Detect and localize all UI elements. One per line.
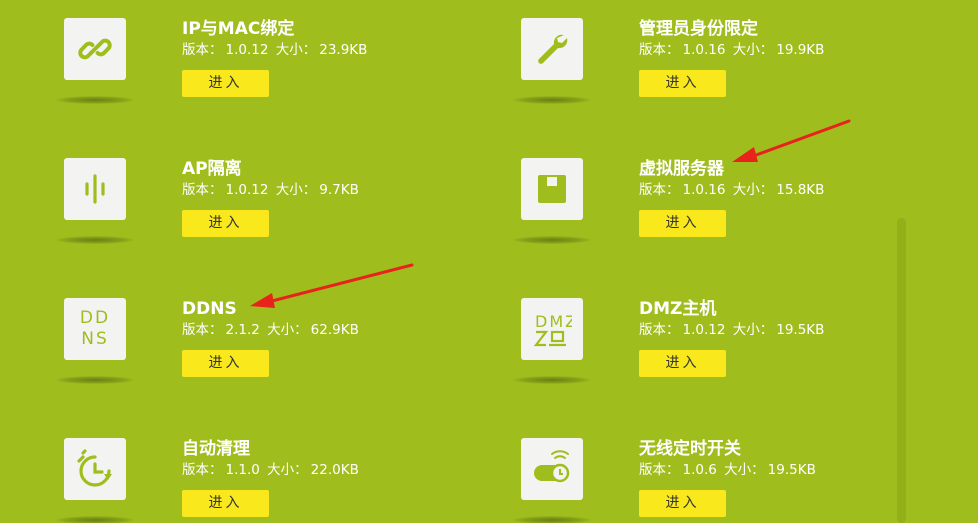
enter-button[interactable]: 进入 — [182, 490, 269, 517]
size-label: 大小： — [724, 462, 765, 478]
app-title: AP隔离 — [182, 159, 242, 179]
floppy-icon — [538, 175, 566, 203]
size-label: 大小： — [732, 42, 774, 58]
app-card-admin-identity: 管理员身份限定 版本： 1.0.16 大小： 19.9KB 进入 — [513, 18, 921, 128]
app-card-wireless-timer: 无线定时开关 版本： 1.0.6 大小： 19.5KB 进入 — [513, 438, 921, 523]
app-card-virtual-server: 虚拟服务器 版本： 1.0.16 大小： 15.8KB 进入 — [513, 158, 921, 268]
size-label: 大小： — [275, 42, 317, 58]
icon-shadow — [513, 96, 591, 104]
app-title: 虚拟服务器 — [639, 159, 724, 179]
size-label: 大小： — [732, 322, 774, 338]
scrollbar[interactable] — [897, 218, 906, 523]
dmz-host-glyph — [533, 330, 566, 347]
app-icon-tile[interactable] — [64, 18, 126, 80]
app-meta: 版本： 1.0.12 大小： 19.5KB — [639, 321, 827, 339]
app-meta: 版本： 1.0.16 大小： 15.8KB — [639, 181, 827, 199]
version-label: 版本： — [639, 182, 680, 198]
app-card-ap-isolation: AP隔离 版本： 1.0.12 大小： 9.7KB 进入 — [56, 158, 464, 268]
icon-shadow — [56, 376, 134, 384]
version-label: 版本： — [182, 42, 223, 58]
app-icon-tile[interactable] — [521, 438, 583, 500]
enter-button[interactable]: 进入 — [182, 210, 269, 237]
version-value: 1.0.16 — [682, 42, 726, 58]
version-label: 版本： — [639, 322, 680, 338]
app-icon-tile[interactable] — [521, 18, 583, 80]
enter-button[interactable]: 进入 — [182, 70, 269, 97]
app-card-ip-mac-binding: IP与MAC绑定 版本： 1.0.12 大小： 23.9KB 进入 — [56, 18, 464, 128]
size-value: 23.9KB — [319, 42, 368, 58]
app-card-ddns: DD NS DDNS 版本： 2.1.2 大小： 62.9KB 进入 — [56, 298, 464, 408]
enter-button[interactable]: 进入 — [639, 210, 726, 237]
app-card-dmz-host: DMZ DMZ主机 版本：1.0.12 大小：19.5KB 进入 — [513, 298, 921, 408]
app-meta: 版本： 1.1.0 大小： 22.0KB — [182, 461, 362, 479]
enter-button[interactable]: 进入 — [182, 350, 269, 377]
app-card-auto-clean: 自动清理 版本： 1.1.0 大小： 22.0KB 进入 — [56, 438, 464, 523]
app-icon-tile[interactable]: DD NS — [64, 298, 126, 360]
icon-shadow — [513, 236, 591, 244]
version-label: 版本： — [639, 462, 680, 478]
version-value: 1.0.6 — [682, 462, 717, 478]
size-value: 22.0KB — [310, 462, 359, 478]
icon-shadow — [56, 96, 134, 104]
app-title: 自动清理 — [182, 439, 250, 459]
size-label: 大小： — [275, 182, 317, 198]
enter-button[interactable]: 进入 — [639, 350, 726, 377]
version-label: 版本： — [182, 322, 223, 338]
dmz-icon-text: DMZ — [535, 312, 572, 331]
app-icon-tile[interactable] — [521, 158, 583, 220]
version-value: 1.0.12 — [682, 322, 726, 338]
size-value: 15.8KB — [776, 182, 825, 198]
app-meta: 版本： 1.0.12 大小： 9.7KB — [182, 181, 362, 199]
size-label: 大小： — [267, 462, 308, 478]
version-label: 版本： — [182, 462, 223, 478]
icon-shadow — [56, 516, 134, 523]
ddns-icon-line: DD — [79, 308, 111, 328]
wireless-timer-toggle-icon — [534, 450, 570, 483]
app-title: 管理员身份限定 — [639, 19, 758, 39]
app-meta: 版本： 2.1.2 大小： 62.9KB — [182, 321, 362, 339]
dmz-icon: DMZ — [533, 312, 572, 347]
app-meta: 版本： 1.0.12 大小： 23.9KB — [182, 41, 370, 59]
size-label: 大小： — [267, 322, 308, 338]
version-value: 1.0.12 — [225, 182, 269, 198]
size-value: 62.9KB — [310, 322, 359, 338]
icon-shadow — [513, 516, 591, 523]
app-meta: 版本： 1.0.6 大小： 19.5KB — [639, 461, 819, 479]
size-value: 9.7KB — [319, 182, 359, 198]
ddns-icon-line: NS — [81, 329, 109, 349]
icon-shadow — [513, 376, 591, 384]
size-label: 大小： — [732, 182, 774, 198]
app-meta: 版本： 1.0.16 大小： 19.9KB — [639, 41, 827, 59]
ddns-icon: DD NS — [80, 308, 110, 350]
app-icon-tile[interactable] — [64, 438, 126, 500]
app-title: DDNS — [182, 299, 237, 319]
size-value: 19.9KB — [776, 42, 825, 58]
app-title: DMZ主机 — [639, 299, 717, 319]
auto-clean-clock-icon — [77, 449, 112, 487]
enter-button[interactable]: 进入 — [639, 70, 726, 97]
wrench-icon — [538, 34, 568, 64]
version-value: 1.1.0 — [225, 462, 260, 478]
icon-shadow — [56, 236, 134, 244]
version-value: 1.0.12 — [225, 42, 269, 58]
app-icon-tile[interactable]: DMZ — [521, 298, 583, 360]
app-icon-tile[interactable] — [64, 158, 126, 220]
version-label: 版本： — [639, 42, 680, 58]
size-value: 19.5KB — [776, 322, 825, 338]
app-title: 无线定时开关 — [639, 439, 741, 459]
app-title: IP与MAC绑定 — [182, 19, 295, 39]
version-value: 1.0.16 — [682, 182, 726, 198]
app-list-page: IP与MAC绑定 版本： 1.0.12 大小： 23.9KB 进入 管理员身份限定 … — [0, 0, 978, 523]
ap-isolation-icon — [85, 174, 105, 204]
link-icon — [78, 38, 112, 60]
size-value: 19.5KB — [767, 462, 816, 478]
enter-button[interactable]: 进入 — [639, 490, 726, 517]
version-label: 版本： — [182, 182, 223, 198]
version-value: 2.1.2 — [225, 322, 260, 338]
